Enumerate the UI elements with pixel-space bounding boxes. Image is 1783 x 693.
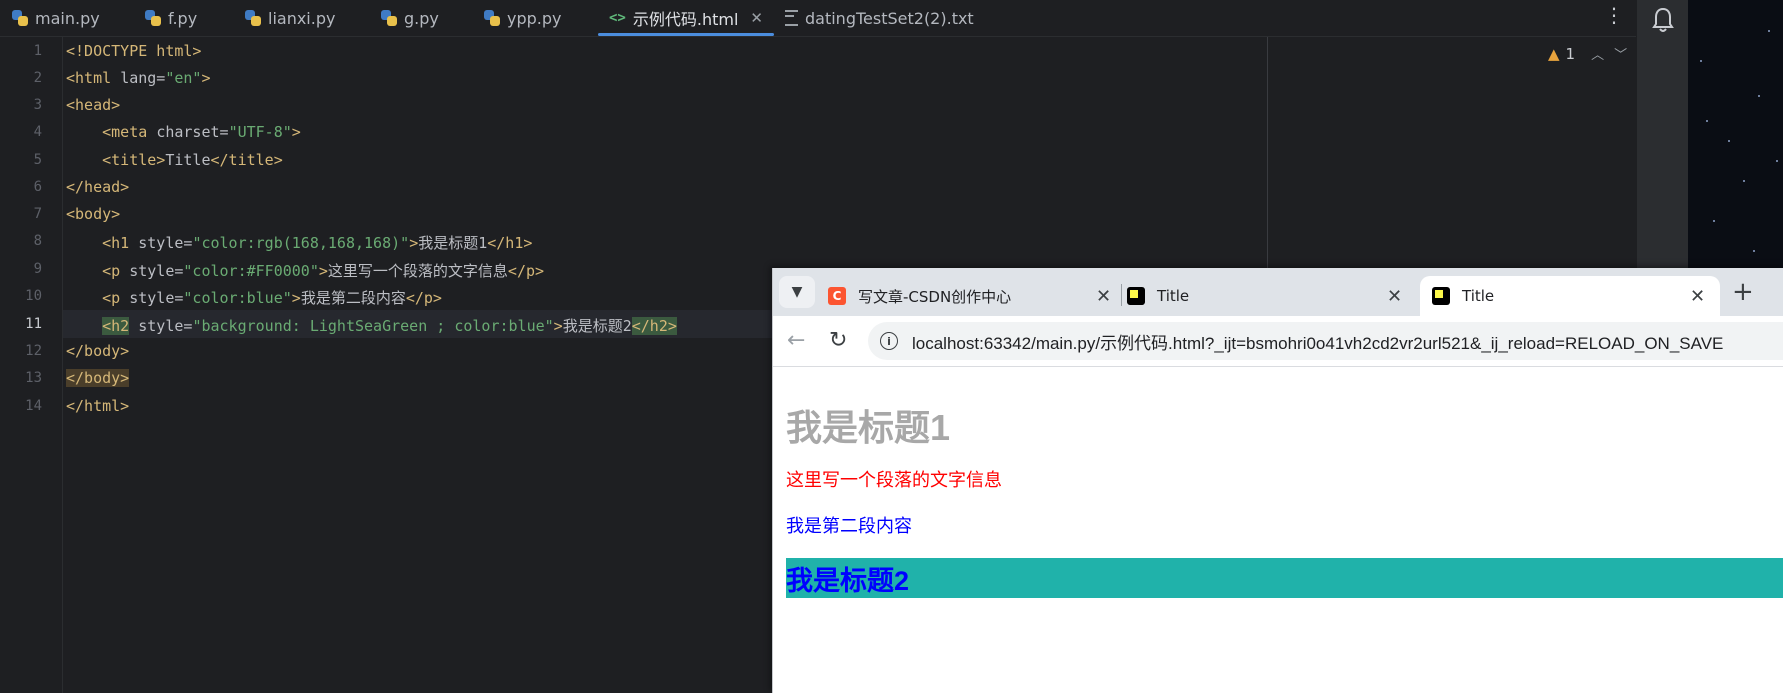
line-number: 3 <box>33 97 42 113</box>
pycharm-icon <box>1432 287 1450 305</box>
inspection-widget[interactable]: ▲ 1 ︿ ﹀ <box>1548 44 1627 64</box>
tab-g-py[interactable]: g.py <box>381 0 439 36</box>
tab-dating-txt[interactable]: datingTestSet2(2).txt <box>785 0 974 36</box>
warning-icon: ▲ <box>1548 44 1560 63</box>
address-bar[interactable]: i localhost:63342/main.py/示例代码.html?_ijt… <box>868 322 1783 360</box>
python-icon <box>381 10 397 26</box>
url-text[interactable]: localhost:63342/main.py/示例代码.html?_ijt=b… <box>912 329 1723 354</box>
code-line-6[interactable]: </head> <box>66 178 129 196</box>
line-number: 8 <box>33 233 42 249</box>
tab-label: lianxi.py <box>268 8 336 28</box>
line-number: 6 <box>33 179 42 195</box>
browser-tab-strip: ▼ C 写文章-CSDN创作中心 ✕ Title ✕ Title ✕ + <box>773 268 1783 316</box>
code-line-9[interactable]: <p style="color:#FF0000">这里写一个段落的文字信息</p… <box>66 260 544 281</box>
line-number: 5 <box>33 152 42 168</box>
line-number: 7 <box>33 206 42 222</box>
close-icon[interactable]: ✕ <box>1387 286 1402 307</box>
python-icon <box>484 10 500 26</box>
tab-lianxi-py[interactable]: lianxi.py <box>245 0 335 36</box>
line-number-gutter: 1 2 3 4 5 6 7 8 9 10 11 12 13 14 <box>0 37 63 693</box>
tab-f-py[interactable]: f.py <box>145 0 197 36</box>
warning-count: 1 <box>1565 44 1576 63</box>
python-icon <box>145 10 161 26</box>
paragraph-blue: 我是第二段内容 <box>786 516 912 536</box>
heading-2-text: 我是标题2 <box>786 565 910 596</box>
active-tab-indicator <box>598 33 774 36</box>
code-line-8[interactable]: <h1 style="color:rgb(168,168,168)">我是标题1… <box>66 232 532 253</box>
web-page-content: 我是标题1 这里写一个段落的文字信息 我是第二段内容 我是标题2 <box>773 367 1783 693</box>
browser-tab-csdn[interactable]: C 写文章-CSDN创作中心 ✕ <box>828 276 1118 316</box>
new-tab-icon[interactable]: + <box>1732 276 1754 308</box>
page-heading-1: 我是标题1 <box>786 407 951 448</box>
code-line-13[interactable]: </body> <box>66 369 130 387</box>
line-number: 4 <box>33 124 42 140</box>
close-icon[interactable]: ✕ <box>1096 286 1111 307</box>
paragraph-red: 这里写一个段落的文字信息 <box>786 470 1002 490</box>
code-line-2[interactable]: <html lang="en"> <box>66 69 211 87</box>
browser-tab-label: Title <box>1157 287 1190 305</box>
tab-ypp-py[interactable]: ypp.py <box>484 0 562 36</box>
python-icon <box>245 10 261 26</box>
line-number: 1 <box>33 43 42 59</box>
browser-toolbar: ← ↻ i localhost:63342/main.py/示例代码.html?… <box>773 316 1783 367</box>
chevron-down-icon[interactable]: ﹀ <box>1614 44 1627 63</box>
csdn-icon: C <box>828 287 846 305</box>
tab-label: f.py <box>168 8 198 28</box>
page-heading-2: 我是标题2 <box>786 558 1783 598</box>
browser-tab-title-active[interactable]: Title ✕ <box>1420 276 1720 316</box>
tab-label: datingTestSet2(2).txt <box>805 8 974 28</box>
line-number: 13 <box>25 370 42 386</box>
python-icon <box>12 10 28 26</box>
tab-separator <box>1121 284 1122 306</box>
code-line-10[interactable]: <p style="color:blue">我是第二段内容</p> <box>66 287 442 308</box>
browser-tab-label: 写文章-CSDN创作中心 <box>858 287 1012 306</box>
code-line-11[interactable]: <h2 style="background: LightSeaGreen ; c… <box>66 315 677 336</box>
tab-label: main.py <box>35 8 100 28</box>
browser-tab-title-1[interactable]: Title ✕ <box>1127 276 1407 316</box>
line-number: 9 <box>33 261 42 277</box>
line-number: 12 <box>25 343 42 359</box>
line-number: 14 <box>25 398 42 414</box>
notification-bell-icon[interactable] <box>1651 6 1675 34</box>
line-number: 10 <box>25 288 42 304</box>
tab-label: ypp.py <box>507 8 562 28</box>
tab-example-html[interactable]: <> 示例代码.html ✕ <box>609 0 763 36</box>
code-line-4[interactable]: <meta charset="UTF-8"> <box>66 123 301 141</box>
reload-icon[interactable]: ↻ <box>829 328 847 353</box>
code-line-7[interactable]: <body> <box>66 205 120 223</box>
tab-search-button[interactable]: ▼ <box>779 276 815 308</box>
text-file-icon <box>785 10 798 26</box>
line-number-current: 11 <box>25 316 42 332</box>
code-line-12[interactable]: </body> <box>66 342 129 360</box>
close-icon[interactable]: ✕ <box>1690 286 1705 307</box>
code-line-14[interactable]: </html> <box>66 397 129 415</box>
code-line-5[interactable]: <title>Title</title> <box>66 151 283 169</box>
close-icon[interactable]: ✕ <box>750 9 763 27</box>
code-line-1[interactable]: <!DOCTYPE html> <box>66 42 201 60</box>
editor-tab-bar: main.py f.py lianxi.py g.py ypp.py <> 示例… <box>0 0 1636 37</box>
chevron-up-icon[interactable]: ︿ <box>1591 44 1604 63</box>
more-options-icon[interactable]: ⋮ <box>1604 3 1624 27</box>
tab-label: g.py <box>404 8 439 28</box>
site-info-icon[interactable]: i <box>880 332 898 350</box>
browser-window: ▼ C 写文章-CSDN创作中心 ✕ Title ✕ Title ✕ + ← ↻… <box>772 268 1783 693</box>
tab-label: 示例代码.html <box>632 10 739 29</box>
chevron-down-icon: ▼ <box>791 284 803 300</box>
code-line-3[interactable]: <head> <box>66 96 120 114</box>
browser-tab-label: Title <box>1462 287 1495 305</box>
back-arrow-icon[interactable]: ← <box>787 328 805 353</box>
html-icon: <> <box>609 10 626 26</box>
line-number: 2 <box>33 70 42 86</box>
pycharm-icon <box>1127 287 1145 305</box>
tab-main-py[interactable]: main.py <box>12 0 100 36</box>
